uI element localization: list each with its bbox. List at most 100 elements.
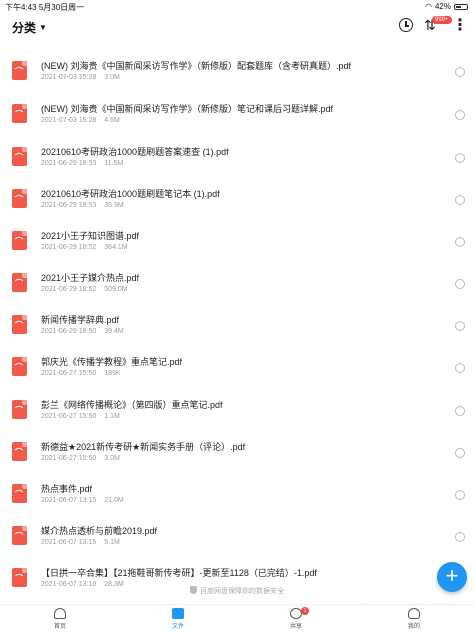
- profile-icon: [408, 608, 420, 619]
- battery-icon: [454, 3, 468, 10]
- pdf-file-icon: [12, 526, 27, 545]
- nav-files-label: 文件: [171, 624, 184, 630]
- select-radio[interactable]: [455, 532, 465, 542]
- file-name: 郭庆光《传播学教程》重点笔记.pdf: [41, 357, 183, 367]
- bottom-nav: 首页 文件 1 共享 我的: [0, 604, 474, 632]
- pdf-file-icon: [12, 231, 27, 250]
- file-meta: 2021-06-07 13:15 5.1M: [41, 539, 128, 546]
- status-bar: 下午4:43 5月30日周一 ◠ 42%: [0, 0, 474, 14]
- status-time-date: 下午4:43 5月30日周一: [5, 2, 84, 13]
- file-row[interactable]: 新德益★2021新传考研★新闻实务手册（评论）.pdf 2021-06-27 15…: [0, 435, 474, 477]
- file-size: 81.7M: [104, 40, 123, 41]
- history-icon[interactable]: [399, 18, 413, 32]
- select-radio[interactable]: [455, 67, 465, 77]
- file-row[interactable]: 20210610考研政治1000题刷题答案速查 (1).pdf 2021-06-2…: [0, 140, 474, 182]
- file-row[interactable]: 2021小王子知识图谱.pdf 2021-06-29 18:52 364.1M: [0, 224, 474, 266]
- status-date: 5月30日周一: [38, 3, 85, 12]
- security-note: 百度网盘保障你的数据安全: [0, 586, 474, 596]
- select-radio[interactable]: [455, 237, 465, 247]
- file-size: 3.0M: [104, 455, 120, 462]
- file-size: 5.1M: [104, 539, 120, 546]
- file-date: 2021-06-29 18:53: [41, 202, 97, 209]
- pdf-file-icon: [12, 273, 27, 292]
- home-icon: [54, 608, 66, 619]
- file-date: 2021-06-29 18:52: [41, 286, 97, 293]
- select-radio[interactable]: [455, 195, 465, 205]
- file-meta: 2021-06-27 15:50 189K: [41, 370, 129, 377]
- file-row[interactable]: 热点事件.pdf 2021-06-07 13:15 21.0M: [0, 477, 474, 519]
- security-note-text: 百度网盘保障你的数据安全: [200, 588, 284, 595]
- file-name: 20210610考研政治1000题刷题答案速查 (1).pdf: [41, 147, 229, 157]
- file-row[interactable]: 媒介热点透析与前瞻2019.pdf 2021-06-07 13:15 5.1M: [0, 519, 474, 561]
- file-size: 35.9M: [104, 202, 124, 209]
- nav-share[interactable]: 1 共享: [276, 607, 316, 630]
- select-radio[interactable]: [455, 279, 465, 289]
- select-radio[interactable]: [455, 321, 465, 331]
- file-date: 2021-06-07 13:15: [41, 497, 97, 504]
- select-radio[interactable]: [455, 363, 465, 373]
- select-radio[interactable]: [455, 406, 465, 416]
- page-title: 分类: [12, 21, 37, 35]
- nav-files[interactable]: 文件: [158, 608, 198, 630]
- file-row[interactable]: (NEW) 刘海贵《中国新闻采访写作学》（新修版）配套题库（含考研真题）.pdf…: [0, 54, 474, 96]
- file-date: 2021-07-03 15:28: [41, 117, 97, 124]
- file-meta: 2021-06-29 18:53 35.9M: [41, 202, 132, 209]
- file-name: 热点事件.pdf: [41, 484, 93, 494]
- file-name: 【日拱一卒合集】【21拖鞋哥新传考研】-更新至1128（已完结）-1.pdf: [41, 568, 317, 578]
- file-date: 2021-06-27 15:50: [41, 413, 97, 420]
- file-size: 3.0M: [104, 74, 120, 81]
- file-meta: 2021-06-29 18:50 39.4M: [41, 328, 132, 335]
- nav-home[interactable]: 首页: [40, 608, 80, 630]
- file-row[interactable]: 新闻传播学辞典.pdf 2021-06-29 18:50 39.4M: [0, 308, 474, 350]
- transfer-badge: 999+: [432, 16, 452, 24]
- pdf-file-icon: [12, 357, 27, 376]
- file-name: 新德益★2021新传考研★新闻实务手册（评论）.pdf: [41, 442, 246, 452]
- file-size: 39.4M: [104, 328, 124, 335]
- file-date: 2021-06-29 18:50: [41, 328, 97, 335]
- nav-me[interactable]: 我的: [394, 608, 434, 630]
- file-name: 彭兰《网络传播概论》（第四版）重点笔记.pdf: [41, 400, 223, 410]
- file-size: 4.6M: [104, 117, 120, 124]
- file-date: 2021-06-27 15:50: [41, 370, 97, 377]
- nav-home-label: 首页: [53, 624, 66, 630]
- file-meta: 2021-06-27 15:50 3.0M: [41, 455, 128, 462]
- file-name: (NEW) 刘海贵《中国新闻采访写作学》（新修版）配套题库（含考研真题）.pdf: [41, 61, 352, 71]
- file-date: 2021-06-27 15:50: [41, 455, 97, 462]
- file-name: 新闻传播学辞典.pdf: [41, 315, 120, 325]
- select-radio[interactable]: [455, 153, 465, 163]
- category-dropdown[interactable]: 分类 ▼: [12, 19, 47, 36]
- file-date: 2021-07-03 15:28: [41, 74, 97, 81]
- pdf-file-icon: [12, 400, 27, 419]
- status-right: ◠ 42%: [425, 2, 468, 11]
- more-icon[interactable]: ⋮: [452, 15, 468, 35]
- file-date: 2021-07-03 15:28: [41, 40, 96, 41]
- select-radio[interactable]: [455, 490, 465, 500]
- file-meta: 2021-07-03 15:28 81.7M: [41, 40, 132, 41]
- select-radio[interactable]: [455, 448, 465, 458]
- file-row[interactable]: 彭兰《网络传播概论》（第四版）重点笔记.pdf 2021-06-27 15:50 1…: [0, 393, 474, 435]
- pdf-file-icon: [12, 61, 27, 80]
- file-date: 2021-06-07 13:15: [41, 539, 97, 546]
- pdf-file-icon: [12, 104, 27, 123]
- pdf-file-icon: [12, 442, 27, 461]
- file-row[interactable]: 20210610考研政治1000题刷题笔记本 (1).pdf 2021-06-29…: [0, 182, 474, 224]
- share-badge: 1: [301, 607, 309, 615]
- file-row[interactable]: 郭庆光《传播学教程》重点笔记.pdf 2021-06-27 15:50 189K: [0, 350, 474, 392]
- file-date: 2021-06-29 18:53: [41, 160, 97, 167]
- chevron-down-icon: ▼: [39, 23, 47, 32]
- file-size: 509.0M: [104, 286, 128, 293]
- pdf-file-icon: [12, 568, 27, 587]
- file-name: 2021小王子媒介热点.pdf: [41, 273, 140, 283]
- pdf-file-icon: [12, 315, 27, 334]
- file-size: 189K: [104, 370, 121, 377]
- file-name: 2021小王子知识图谱.pdf: [41, 231, 140, 241]
- pdf-file-icon: [12, 484, 27, 503]
- file-size: 21.0M: [104, 497, 124, 504]
- select-radio[interactable]: [455, 110, 465, 120]
- file-row[interactable]: 2021小王子媒介热点.pdf 2021-06-29 18:52 509.0M: [0, 266, 474, 308]
- file-size: 364.1M: [104, 244, 128, 251]
- file-row[interactable]: (NEW) 刘海贵《中国新闻采访写作学》（新修版）笔记和课后习题详解.pdf 20…: [0, 97, 474, 139]
- shield-icon: [190, 586, 197, 594]
- file-name: (NEW) 刘海贵《中国新闻采访写作学》（新修版）笔记和课后习题详解.pdf: [41, 104, 334, 114]
- file-name: 20210610考研政治1000题刷题笔记本 (1).pdf: [41, 189, 220, 199]
